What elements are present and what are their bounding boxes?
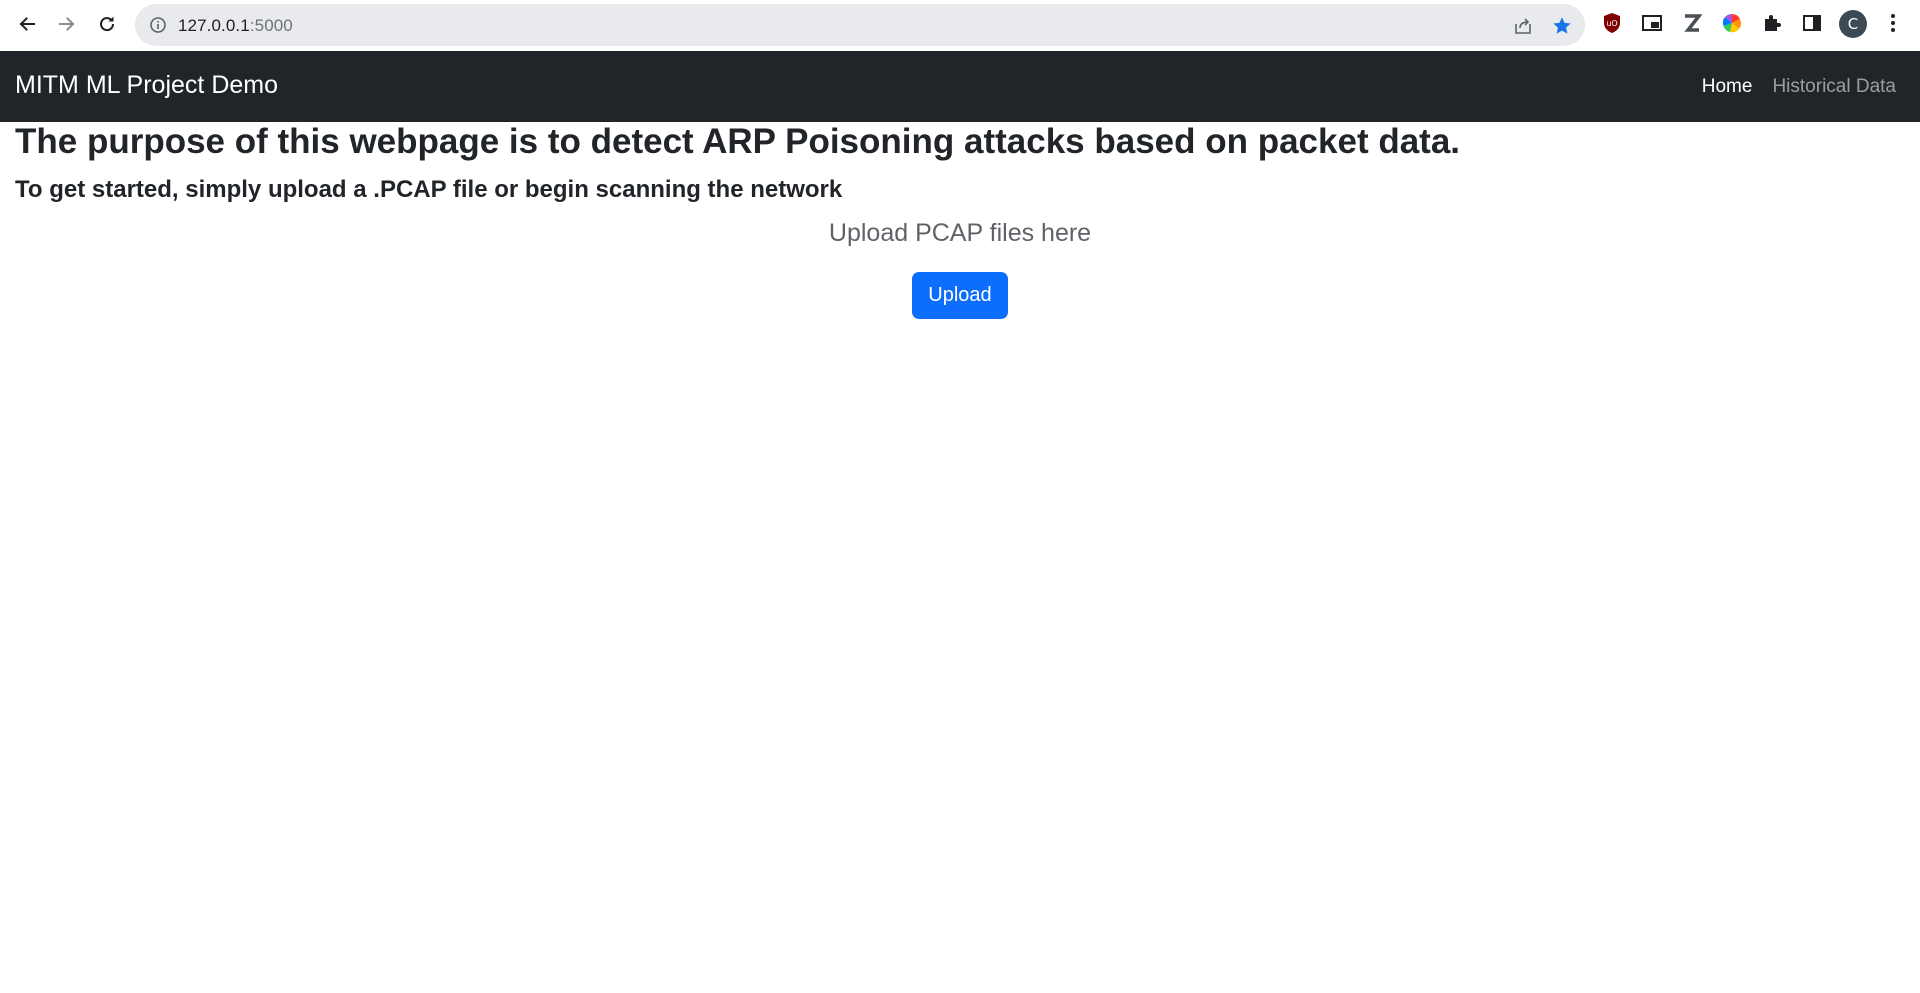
side-panel-icon bbox=[1803, 15, 1821, 31]
forward-button[interactable] bbox=[49, 8, 85, 40]
star-icon bbox=[1553, 17, 1571, 34]
arrow-left-icon bbox=[19, 17, 35, 31]
bookmark-button[interactable] bbox=[1550, 14, 1574, 38]
svg-text:uO: uO bbox=[1606, 19, 1617, 28]
z-extension-icon bbox=[1684, 14, 1702, 32]
color-wheel-icon bbox=[1722, 13, 1742, 33]
upload-button[interactable]: Upload bbox=[912, 272, 1008, 319]
puzzle-icon bbox=[1765, 15, 1781, 31]
pip-extension[interactable] bbox=[1640, 11, 1664, 35]
arrow-right-icon bbox=[59, 17, 75, 31]
z-extension[interactable] bbox=[1680, 11, 1704, 35]
nav-link-home[interactable]: Home bbox=[1702, 76, 1753, 98]
upload-label: Upload PCAP files here bbox=[828, 219, 1092, 247]
browser-toolbar: 127.0.0.1:5000 uO C bbox=[0, 0, 1920, 51]
back-button[interactable] bbox=[9, 8, 45, 40]
kebab-menu-icon bbox=[1891, 14, 1895, 32]
side-panel-button[interactable] bbox=[1800, 11, 1824, 35]
navbar-brand[interactable]: MITM ML Project Demo bbox=[15, 71, 278, 100]
page-subheadline: To get started, simply upload a .PCAP fi… bbox=[15, 176, 843, 203]
share-button[interactable] bbox=[1511, 14, 1535, 38]
reload-icon bbox=[100, 16, 115, 32]
address-bar[interactable]: 127.0.0.1:5000 bbox=[135, 4, 1585, 46]
browser-menu-button[interactable] bbox=[1881, 11, 1905, 35]
url-text[interactable]: 127.0.0.1:5000 bbox=[178, 16, 293, 36]
extensions-button[interactable] bbox=[1760, 11, 1784, 35]
share-icon bbox=[1515, 18, 1531, 34]
nav-link-historical-data[interactable]: Historical Data bbox=[1772, 76, 1896, 98]
url-port: :5000 bbox=[249, 16, 293, 35]
url-host: 127.0.0.1 bbox=[178, 16, 250, 35]
profile-avatar[interactable]: C bbox=[1839, 10, 1867, 38]
ublock-icon: uO bbox=[1604, 13, 1620, 33]
site-navbar: MITM ML Project Demo Home Historical Dat… bbox=[0, 51, 1920, 122]
picture-in-picture-icon bbox=[1642, 15, 1662, 31]
page-headline: The purpose of this webpage is to detect… bbox=[15, 122, 1461, 161]
color-extension[interactable] bbox=[1720, 11, 1744, 35]
nav-links: Home Historical Data bbox=[1702, 76, 1896, 98]
reload-button[interactable] bbox=[89, 8, 125, 40]
ublock-extension[interactable]: uO bbox=[1600, 11, 1624, 35]
info-icon[interactable] bbox=[149, 16, 167, 34]
